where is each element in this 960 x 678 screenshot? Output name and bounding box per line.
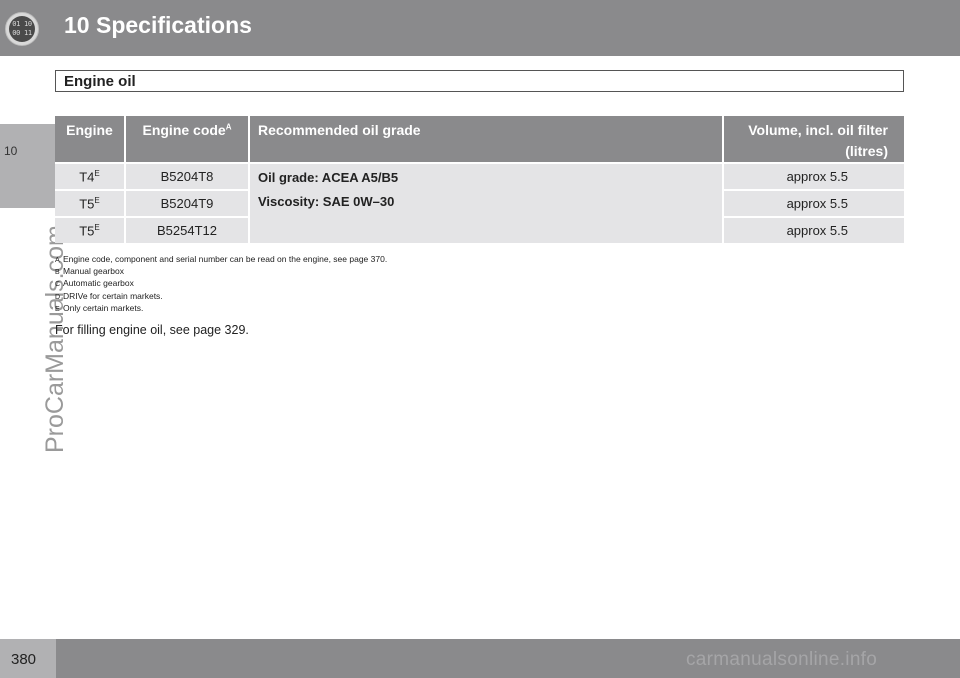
cell-engine: T5E [55, 216, 126, 243]
cell-volume: approx 5.5 [724, 216, 904, 243]
section-title: Engine oil [64, 73, 136, 90]
cell-engine-code: B5254T12 [126, 216, 250, 243]
cell-oil-grade: Oil grade: ACEA A5/B5 Viscosity: SAE 0W–… [250, 162, 724, 243]
header-volume: Volume, incl. oil filter (litres) [724, 116, 904, 162]
cell-engine-code: B5204T9 [126, 189, 250, 216]
cell-engine: T4E [55, 162, 126, 189]
engine-oil-table: Engine Engine codeA Recommended oil grad… [55, 116, 904, 243]
cell-volume: approx 5.5 [724, 189, 904, 216]
page-number: 380 [11, 651, 37, 668]
header-recommended-grade: Recommended oil grade [250, 116, 724, 162]
chapter-icon-text: 01 10 00 11 [9, 16, 35, 42]
side-tab-number: 10 [4, 144, 18, 158]
chapter-side-tab: 10 [0, 124, 56, 208]
footnote: D DRIVe for certain markets. [55, 290, 163, 301]
footnote: E Only certain markets. [55, 302, 144, 313]
footnotes: A Engine code, component and serial numbe… [55, 254, 387, 315]
cell-engine-code: B5204T8 [126, 162, 250, 189]
header-engine-code: Engine codeA [126, 116, 250, 162]
footnote: C Automatic gearbox [55, 278, 134, 289]
header-engine: Engine [55, 116, 126, 162]
footnote: A Engine code, component and serial numbe… [55, 254, 388, 264]
header-engine-code-footnote: A [225, 122, 232, 132]
filling-note: For filling engine oil, see page 329. [55, 323, 249, 337]
viscosity-text: Viscosity: SAE 0W–30 [258, 194, 395, 209]
oil-grade-text: Oil grade: ACEA A5/B5 [258, 170, 399, 185]
section-heading-box: Engine oil [55, 70, 904, 92]
table-row: T4E B5204T8 Oil grade: ACEA A5/B5 Viscos… [55, 162, 904, 243]
cell-volume: approx 5.5 [724, 162, 904, 189]
chapter-title: 10 Specifications [64, 12, 252, 38]
cell-engine: T5E [55, 189, 126, 216]
table-header-row: Engine Engine codeA Recommended oil grad… [55, 116, 904, 162]
chapter-icon: 01 10 00 11 [5, 12, 39, 46]
footnote: B Manual gearbox [55, 266, 124, 277]
footer-watermark: carmanualsonline.info [686, 649, 878, 670]
